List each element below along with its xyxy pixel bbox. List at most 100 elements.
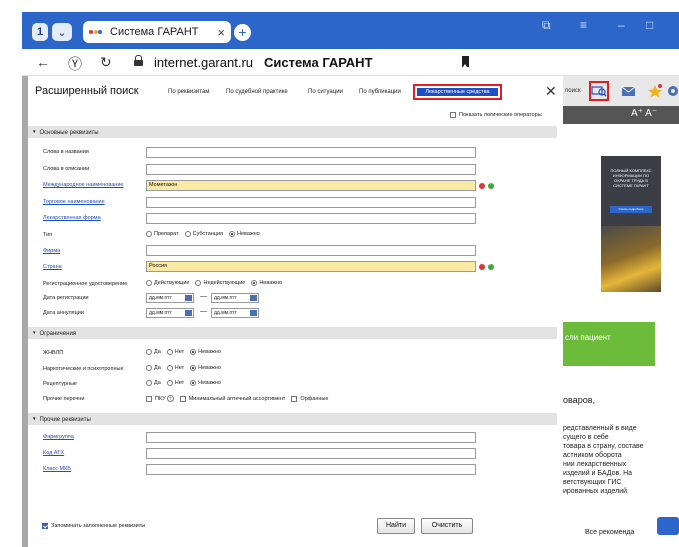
atc-input[interactable] [146,448,476,459]
label-reg-date: Дата регистрации [43,295,89,301]
text-size-controls[interactable]: A⁺ A⁻ [631,108,657,119]
settings-icon[interactable] [665,84,679,98]
section-limits[interactable]: Ограничения [28,327,557,339]
green-banner[interactable]: сли пациент [563,322,655,366]
back-icon[interactable]: ← [36,54,50,70]
calendar-icon[interactable] [250,295,257,301]
show-logic-checkbox[interactable] [450,112,456,118]
jnvlp-radio-any[interactable]: Неважно [190,349,221,355]
link-icd[interactable]: Класс МКБ [43,466,71,472]
label-cancel-date: Дата аннуляции [43,310,84,316]
tab-by-requisites[interactable]: По реквизитам [168,89,209,95]
orphan-checkbox[interactable] [291,395,298,402]
calendar-icon[interactable] [185,295,192,301]
notifications-icon[interactable]: ≡ [580,18,587,32]
minimize-icon[interactable]: – [618,18,625,32]
prescription-radio-any[interactable]: Неважно [190,380,221,386]
link-drug-form[interactable]: Лекарственная форма [43,215,101,221]
advert-banner[interactable]: ПОЛНЫЙ КОМПЛЕКС ИНФОРМАЦИИ ПО ОХРАНЕ ТРУ… [601,156,661,292]
cert-radio-any[interactable]: Неважно [251,280,282,286]
url-text[interactable]: internet.garant.ru [154,55,253,70]
type-radio-substance[interactable]: Субстанция [184,231,223,237]
add-intl-name-icon[interactable] [488,181,494,189]
cert-radio-active[interactable]: Действующие [146,280,189,286]
calendar-icon[interactable] [250,310,257,316]
reg-date-from-input[interactable]: дд.мм.гггг [146,293,194,303]
yandex-icon[interactable]: Ⓨ [68,54,82,74]
bookmark-icon[interactable] [462,56,469,67]
mail-icon[interactable] [621,84,637,98]
calendar-icon[interactable] [185,310,192,316]
tab-by-court-practice[interactable]: По судебной практике [226,89,288,95]
narcotic-radio-any[interactable]: Неважно [190,365,221,371]
pharm-group-input[interactable] [146,432,476,443]
label-reg-cert: Регистрационное удостоверение [43,281,128,287]
find-button[interactable]: Найти [377,518,415,534]
remember-fields[interactable]: Запоминать заполненные реквизиты [42,523,145,529]
jnvlp-radio-group: Да Нет Неважно [146,349,227,355]
jnvlp-radio-no[interactable]: Нет [166,349,184,355]
label-type: Тип [43,232,53,238]
words-name-input[interactable] [146,147,476,158]
new-tab-button[interactable]: + [234,24,251,41]
label-narcotic: Наркотические и психотропные [43,366,124,372]
narcotic-radio-yes[interactable]: Да [146,365,161,371]
remove-country-icon[interactable] [479,264,485,270]
words-desc-input[interactable] [146,164,476,175]
browser-tab[interactable]: Система ГАРАНТ × [83,21,231,43]
close-icon[interactable]: ✕ [545,83,557,100]
trade-name-input[interactable] [146,197,476,208]
link-atc[interactable]: Код АТХ [43,450,64,456]
type-radio-any[interactable]: Неважно [229,231,260,237]
tab-by-publication[interactable]: По публикации [359,89,401,95]
country-input[interactable]: Россия [146,261,476,272]
link-firm[interactable]: Фирма [43,248,60,254]
link-pharm-group[interactable]: Фармгруппа [43,434,74,440]
tab-by-situation[interactable]: По ситуации [308,89,343,95]
jnvlp-radio-yes[interactable]: Да [146,349,161,355]
cancel-date-from-input[interactable]: дд.мм.гггг [146,308,194,318]
remember-checkbox[interactable] [42,523,48,529]
remember-label: Запоминать заполненные реквизиты [51,523,146,529]
prescription-radio-yes[interactable]: Да [146,380,161,386]
reg-date-to-input[interactable]: дд.мм.гггг [211,293,259,303]
type-radio-drug[interactable]: Препарат [146,231,179,237]
prescription-radio-no[interactable]: Нет [166,380,184,386]
section-other[interactable]: Прочие реквизиты [28,413,557,425]
clear-button[interactable]: Очистить [421,518,473,534]
advert-image [601,226,661,292]
tab-medicines[interactable]: Лекарственные средства [413,84,502,100]
advert-button[interactable]: Узнать подробнее [610,206,652,213]
link-trade-name[interactable]: Торговое наименование [43,199,105,205]
label-other-lists: Прочие перечни [43,396,85,402]
chat-icon[interactable] [657,517,679,535]
link-intl-name[interactable]: Международное наименование [43,182,123,188]
maximize-icon[interactable]: □ [646,18,653,32]
browser-logo-button[interactable]: 1 [32,23,48,41]
firm-input[interactable] [146,245,476,256]
help-icon[interactable]: ? [166,395,174,402]
icd-input[interactable] [146,464,476,475]
intl-name-input[interactable]: Мометазон [146,180,476,191]
add-country-icon[interactable] [488,262,494,270]
narcotic-radio-no[interactable]: Нет [166,365,184,371]
cancel-date-to-input[interactable]: дд.мм.гггг [211,308,259,318]
show-logic-operators[interactable]: Показать логические операторы [450,112,542,118]
tab-close-icon[interactable]: × [217,25,225,40]
min-assortment-checkbox[interactable] [179,395,186,402]
section-main[interactable]: Основные реквизиты [28,126,557,138]
background-paragraph-line: астником оборота [563,452,622,459]
remove-intl-name-icon[interactable] [479,183,485,189]
tabs-menu-button[interactable]: ⌄ [52,23,72,41]
link-country[interactable]: Страна [43,264,62,270]
star-icon[interactable] [647,84,663,98]
date-range-dash: — [200,308,207,315]
cert-radio-inactive[interactable]: Недействующие [195,280,245,286]
reload-icon[interactable]: ↻ [100,54,112,71]
browser-titlebar: 1 ⌄ Система ГАРАНТ × + ⧉ ≡ – □ [22,12,679,49]
pku-checkbox[interactable] [146,395,152,402]
drug-form-input[interactable] [146,213,476,224]
collections-icon[interactable]: ⧉ [542,18,551,33]
background-paragraph-2: редставленный в виде сущего в себе товара … [563,424,679,496]
prescription-radio-group: Да Нет Неважно [146,380,227,386]
